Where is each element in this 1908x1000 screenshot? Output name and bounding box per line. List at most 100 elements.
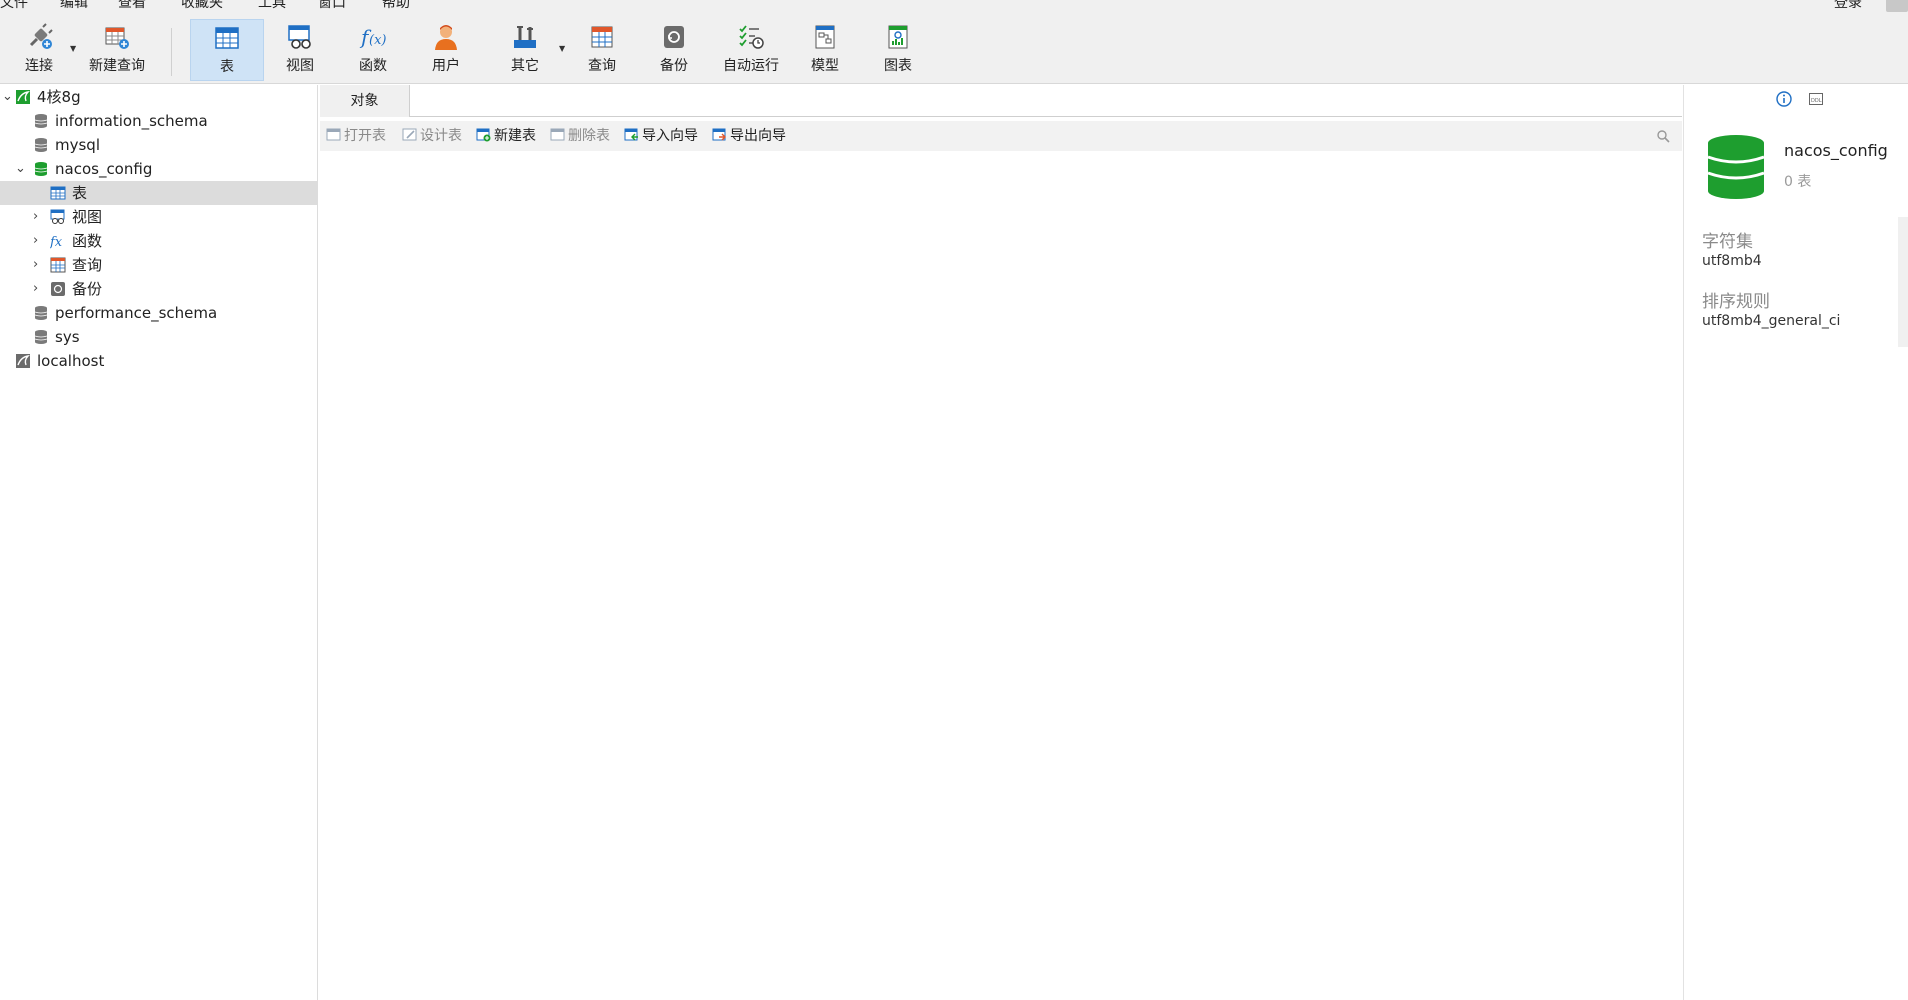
tree-connection-localhost[interactable]: localhost	[0, 349, 318, 373]
tree-item-tables[interactable]: 表	[0, 181, 318, 205]
menu-bar: 文件 编辑 查看 收藏夹 工具 窗口 帮助 登录	[0, 0, 1908, 12]
tree-label: 查询	[72, 256, 103, 274]
other-dropdown-icon[interactable]: ▼	[559, 44, 565, 53]
main-toolbar: 连接 ▼ 新建查询 表 视图 f (x) 函数 用户 其它 ▼ 查询 备份 自动…	[0, 12, 1908, 84]
tree-label: mysql	[55, 136, 100, 154]
menu-edit[interactable]: 编辑	[60, 0, 88, 12]
delete-table-label: 删除表	[568, 128, 610, 144]
tree-item-backups[interactable]: › 备份	[0, 277, 318, 301]
tree-db-mysql[interactable]: mysql	[0, 133, 318, 157]
chevron-right-icon[interactable]: ›	[33, 229, 45, 253]
mysql-connection-icon	[16, 90, 30, 104]
backup-icon	[664, 26, 684, 48]
database-icon	[34, 330, 48, 344]
navicat-window: 文件 编辑 查看 收藏夹 工具 窗口 帮助 登录 连接 ▼ 新建查询 表 视图 …	[0, 0, 1908, 1000]
menu-favorites[interactable]: 收藏夹	[181, 0, 223, 12]
svg-text:fx: fx	[50, 235, 63, 249]
delete-table-icon	[550, 128, 565, 141]
login-link[interactable]: 登录	[1834, 0, 1862, 12]
tree-label: nacos_config	[55, 160, 153, 178]
table-button[interactable]: 表	[190, 19, 264, 81]
chart-button[interactable]: 图表	[870, 19, 926, 81]
tab-objects[interactable]: 对象	[320, 85, 410, 117]
user-button[interactable]: 用户	[418, 19, 474, 81]
delete-table-button[interactable]: 删除表	[550, 127, 610, 145]
other-button[interactable]: 其它	[497, 19, 553, 81]
tree-label: 函数	[72, 232, 103, 250]
tree-connection-4c8g[interactable]: ⌄ 4核8g	[0, 85, 318, 109]
auto-run-icon	[739, 25, 764, 49]
auto-run-label: 自动运行	[723, 58, 779, 74]
model-button[interactable]: 模型	[797, 19, 853, 81]
auto-run-button[interactable]: 自动运行	[712, 19, 790, 81]
database-large-icon	[1707, 135, 1765, 199]
query-label: 查询	[588, 58, 616, 74]
design-table-label: 设计表	[420, 128, 462, 144]
chevron-right-icon[interactable]: ›	[33, 253, 45, 277]
view-icon	[288, 25, 311, 49]
collation-value: utf8mb4_general_ci	[1702, 313, 1841, 329]
open-table-icon	[326, 128, 341, 141]
menu-view[interactable]: 查看	[118, 0, 146, 12]
function-icon: f (x)	[359, 25, 386, 49]
model-label: 模型	[811, 58, 839, 74]
objects-panel: 对象 打开表 设计表 新建表 删除表 导入向导 导出向导	[320, 85, 1682, 1000]
chevron-right-icon[interactable]: ›	[33, 205, 45, 229]
new-table-button[interactable]: 新建表	[476, 127, 536, 145]
export-wizard-button[interactable]: 导出向导	[712, 127, 786, 145]
avatar-icon[interactable]	[1886, 0, 1908, 12]
chevron-down-icon[interactable]: ⌄	[2, 85, 14, 109]
info-icon[interactable]	[1776, 91, 1792, 107]
view-icon	[50, 209, 65, 224]
tree-label: performance_schema	[55, 304, 218, 322]
model-icon	[815, 25, 835, 49]
tree-db-information-schema[interactable]: information_schema	[0, 109, 318, 133]
database-open-icon	[34, 162, 48, 176]
tree-db-nacos-config[interactable]: ⌄ nacos_config	[0, 157, 318, 181]
open-table-button[interactable]: 打开表	[326, 127, 386, 145]
tree-label: 备份	[72, 280, 103, 298]
backup-icon	[51, 282, 65, 296]
tree-item-functions[interactable]: › fx 函数	[0, 229, 318, 253]
ddl-icon[interactable]: DDL	[1808, 91, 1824, 107]
collation-label: 排序规则	[1702, 292, 1770, 312]
menu-window[interactable]: 窗口	[318, 0, 346, 12]
query-button[interactable]: 查询	[574, 19, 630, 81]
menu-file[interactable]: 文件	[0, 0, 28, 12]
database-icon	[34, 138, 48, 152]
design-table-icon	[402, 128, 417, 141]
chevron-down-icon[interactable]: ⌄	[15, 157, 27, 181]
db-name: nacos_config	[1784, 141, 1888, 160]
tree-db-sys[interactable]: sys	[0, 325, 318, 349]
open-table-label: 打开表	[344, 128, 386, 144]
charset-value: utf8mb4	[1702, 253, 1762, 269]
user-icon	[435, 25, 457, 50]
new-table-icon	[476, 128, 491, 142]
chart-icon	[888, 25, 908, 49]
menu-tools[interactable]: 工具	[258, 0, 286, 12]
import-wizard-button[interactable]: 导入向导	[624, 127, 698, 145]
tree-item-queries[interactable]: › 查询	[0, 253, 318, 277]
table-icon	[215, 27, 239, 49]
tree-label: localhost	[37, 352, 105, 370]
tree-label: information_schema	[55, 112, 208, 130]
table-label: 表	[220, 59, 234, 75]
function-button[interactable]: f (x) 函数	[345, 19, 401, 81]
tree-item-views[interactable]: › 视图	[0, 205, 318, 229]
new-query-label: 新建查询	[89, 58, 145, 74]
view-button[interactable]: 视图	[272, 19, 328, 81]
search-icon[interactable]	[1656, 129, 1670, 143]
scrollbar[interactable]	[1898, 217, 1908, 347]
connect-dropdown-icon[interactable]: ▼	[70, 44, 76, 53]
tree-db-performance-schema[interactable]: performance_schema	[0, 301, 318, 325]
new-query-button[interactable]: 新建查询	[82, 19, 152, 81]
design-table-button[interactable]: 设计表	[402, 127, 462, 145]
connect-label: 连接	[25, 58, 53, 74]
plug-icon	[29, 23, 53, 49]
tree-label: 表	[72, 184, 88, 202]
menu-help[interactable]: 帮助	[382, 0, 410, 12]
query-icon	[50, 257, 66, 273]
chevron-right-icon[interactable]: ›	[33, 277, 45, 301]
backup-button[interactable]: 备份	[646, 19, 702, 81]
connect-button[interactable]: 连接	[14, 19, 64, 81]
